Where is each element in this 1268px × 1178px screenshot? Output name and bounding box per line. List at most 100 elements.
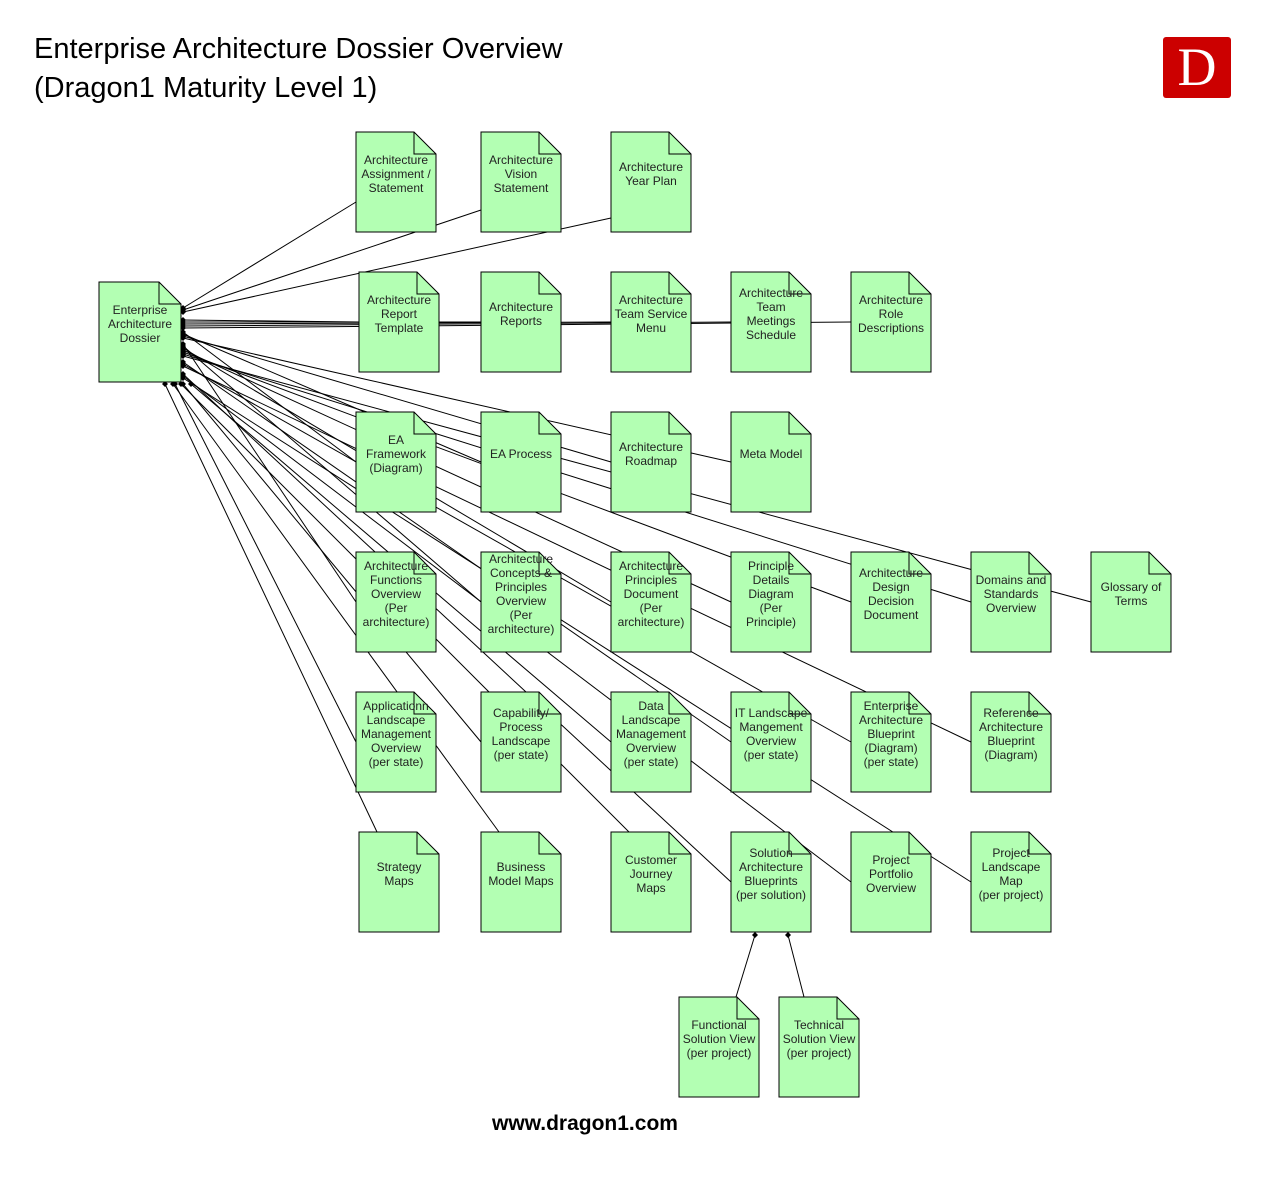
- document-label-line: (per project): [979, 888, 1044, 902]
- document-solution-blueprints[interactable]: SolutionArchitectureBlueprints(per solut…: [730, 831, 812, 933]
- connector-assignment: [182, 201, 357, 309]
- document-capability[interactable]: Capability/ProcessLandscape(per state): [480, 691, 562, 793]
- document-domains[interactable]: Domains andStandardsOverview: [970, 551, 1052, 653]
- document-meetings[interactable]: ArchitectureTeamMeetingsSchedule: [730, 271, 812, 373]
- document-label-line: Landscape: [622, 713, 681, 727]
- document-label-line: Terms: [1115, 594, 1148, 608]
- document-label-line: (Diagram): [984, 748, 1037, 762]
- document-label-line: Overview: [866, 881, 916, 895]
- document-label-line: EA: [388, 433, 404, 447]
- document-design-decision[interactable]: ArchitectureDesignDecisionDocument: [850, 551, 932, 653]
- document-glossary[interactable]: Glossary ofTerms: [1090, 551, 1172, 653]
- document-meta-model[interactable]: Meta Model: [730, 411, 812, 513]
- document-ref-blueprint[interactable]: ReferenceArchitectureBlueprint(Diagram): [970, 691, 1052, 793]
- document-label-line: Data: [638, 699, 664, 713]
- document-roadmap[interactable]: ArchitectureRoadmap: [610, 411, 692, 513]
- document-label-line: Assignment /: [361, 167, 431, 181]
- document-label-line: Architecture: [364, 153, 428, 167]
- document-business-model[interactable]: BusinessModel Maps: [480, 831, 562, 933]
- aggregation-diamond-functional-view: [752, 932, 758, 938]
- document-label-line: Team: [756, 300, 785, 314]
- document-label-line: (per project): [787, 1046, 852, 1060]
- document-roles[interactable]: ArchitectureRoleDescriptions: [850, 271, 932, 373]
- document-label-line: Landscape: [982, 860, 1041, 874]
- document-shape: [480, 411, 562, 513]
- document-label-line: Applicationn: [363, 699, 428, 713]
- document-ea-process[interactable]: EA Process: [480, 411, 562, 513]
- document-label-line: Technical: [794, 1018, 844, 1032]
- document-label-line: Architecture: [619, 559, 683, 573]
- document-label-line: Framework: [366, 447, 427, 461]
- document-label-line: Team Service: [615, 307, 688, 321]
- document-label-line: Concepts &: [490, 566, 552, 580]
- document-functions[interactable]: ArchitectureFunctionsOverview(Perarchite…: [355, 551, 437, 653]
- document-label-line: Decision: [868, 594, 914, 608]
- document-reports[interactable]: ArchitectureReports: [480, 271, 562, 373]
- document-label-line: Portfolio: [869, 867, 913, 881]
- document-year-plan[interactable]: ArchitectureYear Plan: [610, 131, 692, 233]
- document-label-line: Architecture: [489, 300, 553, 314]
- document-label-line: (Per: [510, 608, 533, 622]
- document-label-line: (per state): [369, 755, 424, 769]
- document-label-line: Descriptions: [858, 321, 924, 335]
- document-label-line: Overview: [371, 587, 421, 601]
- document-label-line: Standards: [984, 587, 1039, 601]
- document-label-line: IT Landscape: [735, 706, 808, 720]
- document-label-line: Architecture: [619, 293, 683, 307]
- document-principle-details[interactable]: PrincipleDetailsDiagram(PerPrinciple): [730, 551, 812, 653]
- document-assignment[interactable]: ArchitectureAssignment /Statement: [355, 131, 437, 233]
- document-label-line: Overview: [986, 601, 1036, 615]
- document-label-line: Roadmap: [625, 454, 677, 468]
- document-data-landscape[interactable]: DataLandscapeManagementOverview(per stat…: [610, 691, 692, 793]
- document-principles-doc[interactable]: ArchitecturePrinciplesDocument(Perarchit…: [610, 551, 692, 653]
- document-project-landscape[interactable]: ProjectLandscapeMap(per project): [970, 831, 1052, 933]
- document-portfolio[interactable]: ProjectPortfolioOverview: [850, 831, 932, 933]
- document-ea-framework[interactable]: EAFramework(Diagram): [355, 411, 437, 513]
- document-technical-view[interactable]: TechnicalSolution View(per project): [778, 996, 860, 1098]
- document-label-line: Domains and: [976, 573, 1047, 587]
- document-label-line: Architecture: [489, 552, 553, 566]
- document-label-line: Principle: [748, 559, 794, 573]
- document-label-line: Map: [999, 874, 1023, 888]
- document-label-line: Functional: [691, 1018, 746, 1032]
- document-ea-blueprint[interactable]: EnterpriseArchitectureBlueprint(Diagram)…: [850, 691, 932, 793]
- document-label-line: (per state): [494, 748, 549, 762]
- document-label-line: (Per: [385, 601, 408, 615]
- document-label-line: Document: [864, 608, 919, 622]
- document-label-line: architecture): [363, 615, 430, 629]
- document-journey-maps[interactable]: CustomerJourneyMaps: [610, 831, 692, 933]
- document-concepts[interactable]: ArchitectureConcepts &PrinciplesOverview…: [480, 551, 562, 653]
- document-it-landscape[interactable]: IT LandscapeMangementOverview(per state): [730, 691, 812, 793]
- document-label-line: EA Process: [490, 447, 552, 461]
- document-label-line: Enterprise: [113, 303, 168, 317]
- document-functional-view[interactable]: FunctionalSolution View(per project): [678, 996, 760, 1098]
- document-label-line: Design: [872, 580, 909, 594]
- document-app-landscape[interactable]: ApplicationnLandscapeManagementOverview(…: [355, 691, 437, 793]
- document-strategy-maps[interactable]: StrategyMaps: [358, 831, 440, 933]
- document-report-template[interactable]: ArchitectureReportTemplate: [358, 271, 440, 373]
- document-label-line: Report: [381, 307, 418, 321]
- footer-url[interactable]: www.dragon1.com: [0, 1112, 1170, 1136]
- document-label-line: Role: [879, 307, 904, 321]
- document-label-line: Functions: [370, 573, 422, 587]
- document-dossier[interactable]: EnterpriseArchitectureDossier: [98, 281, 182, 383]
- document-label-line: Mangement: [739, 720, 803, 734]
- document-vision[interactable]: ArchitectureVisionStatement: [480, 131, 562, 233]
- document-label-line: Meta Model: [740, 447, 803, 461]
- documents: EnterpriseArchitectureDossier Architectur…: [98, 131, 1172, 1098]
- document-label-line: Architecture: [364, 559, 428, 573]
- document-label-line: Menu: [636, 321, 666, 335]
- connector-functional-view: [735, 934, 756, 998]
- document-label-line: Model Maps: [488, 874, 553, 888]
- document-label-line: Blueprint: [987, 734, 1035, 748]
- document-service-menu[interactable]: ArchitectureTeam ServiceMenu: [610, 271, 692, 373]
- document-label-line: Solution View: [683, 1032, 756, 1046]
- document-label-line: Statement: [494, 181, 549, 195]
- document-label-line: Architecture: [979, 720, 1043, 734]
- connector-technical-view: [787, 934, 805, 998]
- document-label-line: Project: [872, 853, 910, 867]
- document-label-line: Business: [497, 860, 546, 874]
- document-label-line: (per state): [744, 748, 799, 762]
- document-label-line: Capability/: [493, 706, 550, 720]
- document-label-line: Principle): [746, 615, 796, 629]
